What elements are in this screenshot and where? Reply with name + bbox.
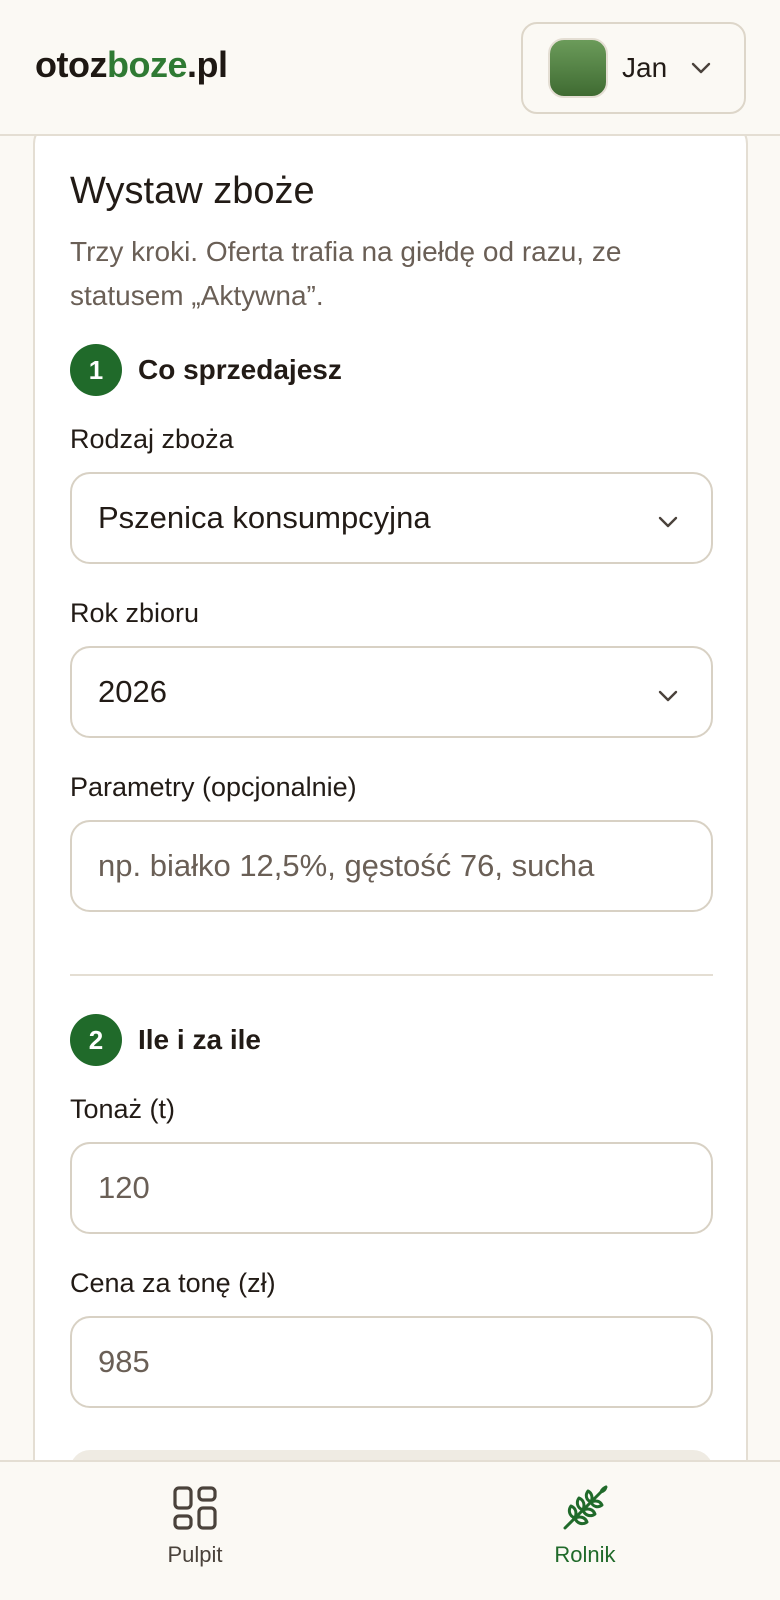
chevron-down-icon	[689, 56, 713, 80]
logo-text-part1: otoz	[35, 44, 107, 85]
user-menu-button[interactable]: Jan	[521, 22, 746, 114]
grain-type-label: Rodzaj zboża	[70, 424, 234, 454]
price-label: Cena za tonę (zł)	[70, 1268, 276, 1298]
grid-icon	[171, 1484, 219, 1532]
tonnage-input[interactable]: 120	[70, 1142, 713, 1234]
parameters-input[interactable]: np. białko 12,5%, gęstość 76, sucha	[70, 820, 713, 912]
step-label: Ile i za ile	[138, 1024, 261, 1055]
harvest-year-value: 2026	[98, 674, 167, 709]
tonnage-value: 120	[98, 1170, 150, 1205]
nav-item-pulpit[interactable]: Pulpit	[95, 1484, 295, 1584]
step-label: Co sprzedajesz	[138, 354, 342, 385]
nav-item-rolnik[interactable]: Rolnik	[485, 1484, 685, 1584]
logo[interactable]: otozboze.pl	[35, 44, 228, 86]
page-subtitle: Trzy kroki. Oferta trafia na giełdę od r…	[70, 236, 622, 311]
nav-label: Rolnik	[554, 1542, 616, 1567]
app-header: otozboze.pl Jan	[0, 0, 780, 136]
price-value: 985	[98, 1344, 150, 1379]
parameters-placeholder: np. białko 12,5%, gęstość 76, sucha	[98, 848, 595, 883]
step-1-header: 1 Co sprzedajesz	[70, 344, 342, 396]
harvest-year-select[interactable]: 2026	[70, 646, 713, 738]
step-number-badge: 2	[70, 1014, 122, 1066]
bottom-nav: Pulpit Rolnik	[0, 1460, 780, 1600]
logo-text-part3: .pl	[186, 44, 228, 85]
step-number-badge: 1	[70, 344, 122, 396]
harvest-year-label: Rok zbioru	[70, 598, 200, 628]
user-name: Jan	[622, 52, 668, 83]
grain-type-select[interactable]: Pszenica konsumpcyjna	[70, 472, 713, 564]
parameters-label: Parametry (opcjonalnie)	[70, 772, 357, 802]
chevron-down-icon	[655, 681, 681, 707]
chevron-down-icon	[655, 507, 681, 533]
listing-form-card: Wystaw zboże Trzy kroki. Oferta trafia n…	[33, 120, 748, 1600]
price-input[interactable]: 985	[70, 1316, 713, 1408]
nav-label: Pulpit	[167, 1542, 223, 1567]
tonnage-label: Tonaż (t)	[70, 1094, 176, 1124]
logo-text-part2: boze	[106, 44, 188, 85]
section-divider	[70, 974, 713, 976]
grain-type-value: Pszenica konsumpcyjna	[98, 500, 431, 535]
page-title: Wystaw zboże	[70, 170, 315, 212]
avatar	[548, 38, 608, 98]
wheat-icon	[561, 1484, 609, 1532]
step-2-header: 2 Ile i za ile	[70, 1014, 261, 1066]
